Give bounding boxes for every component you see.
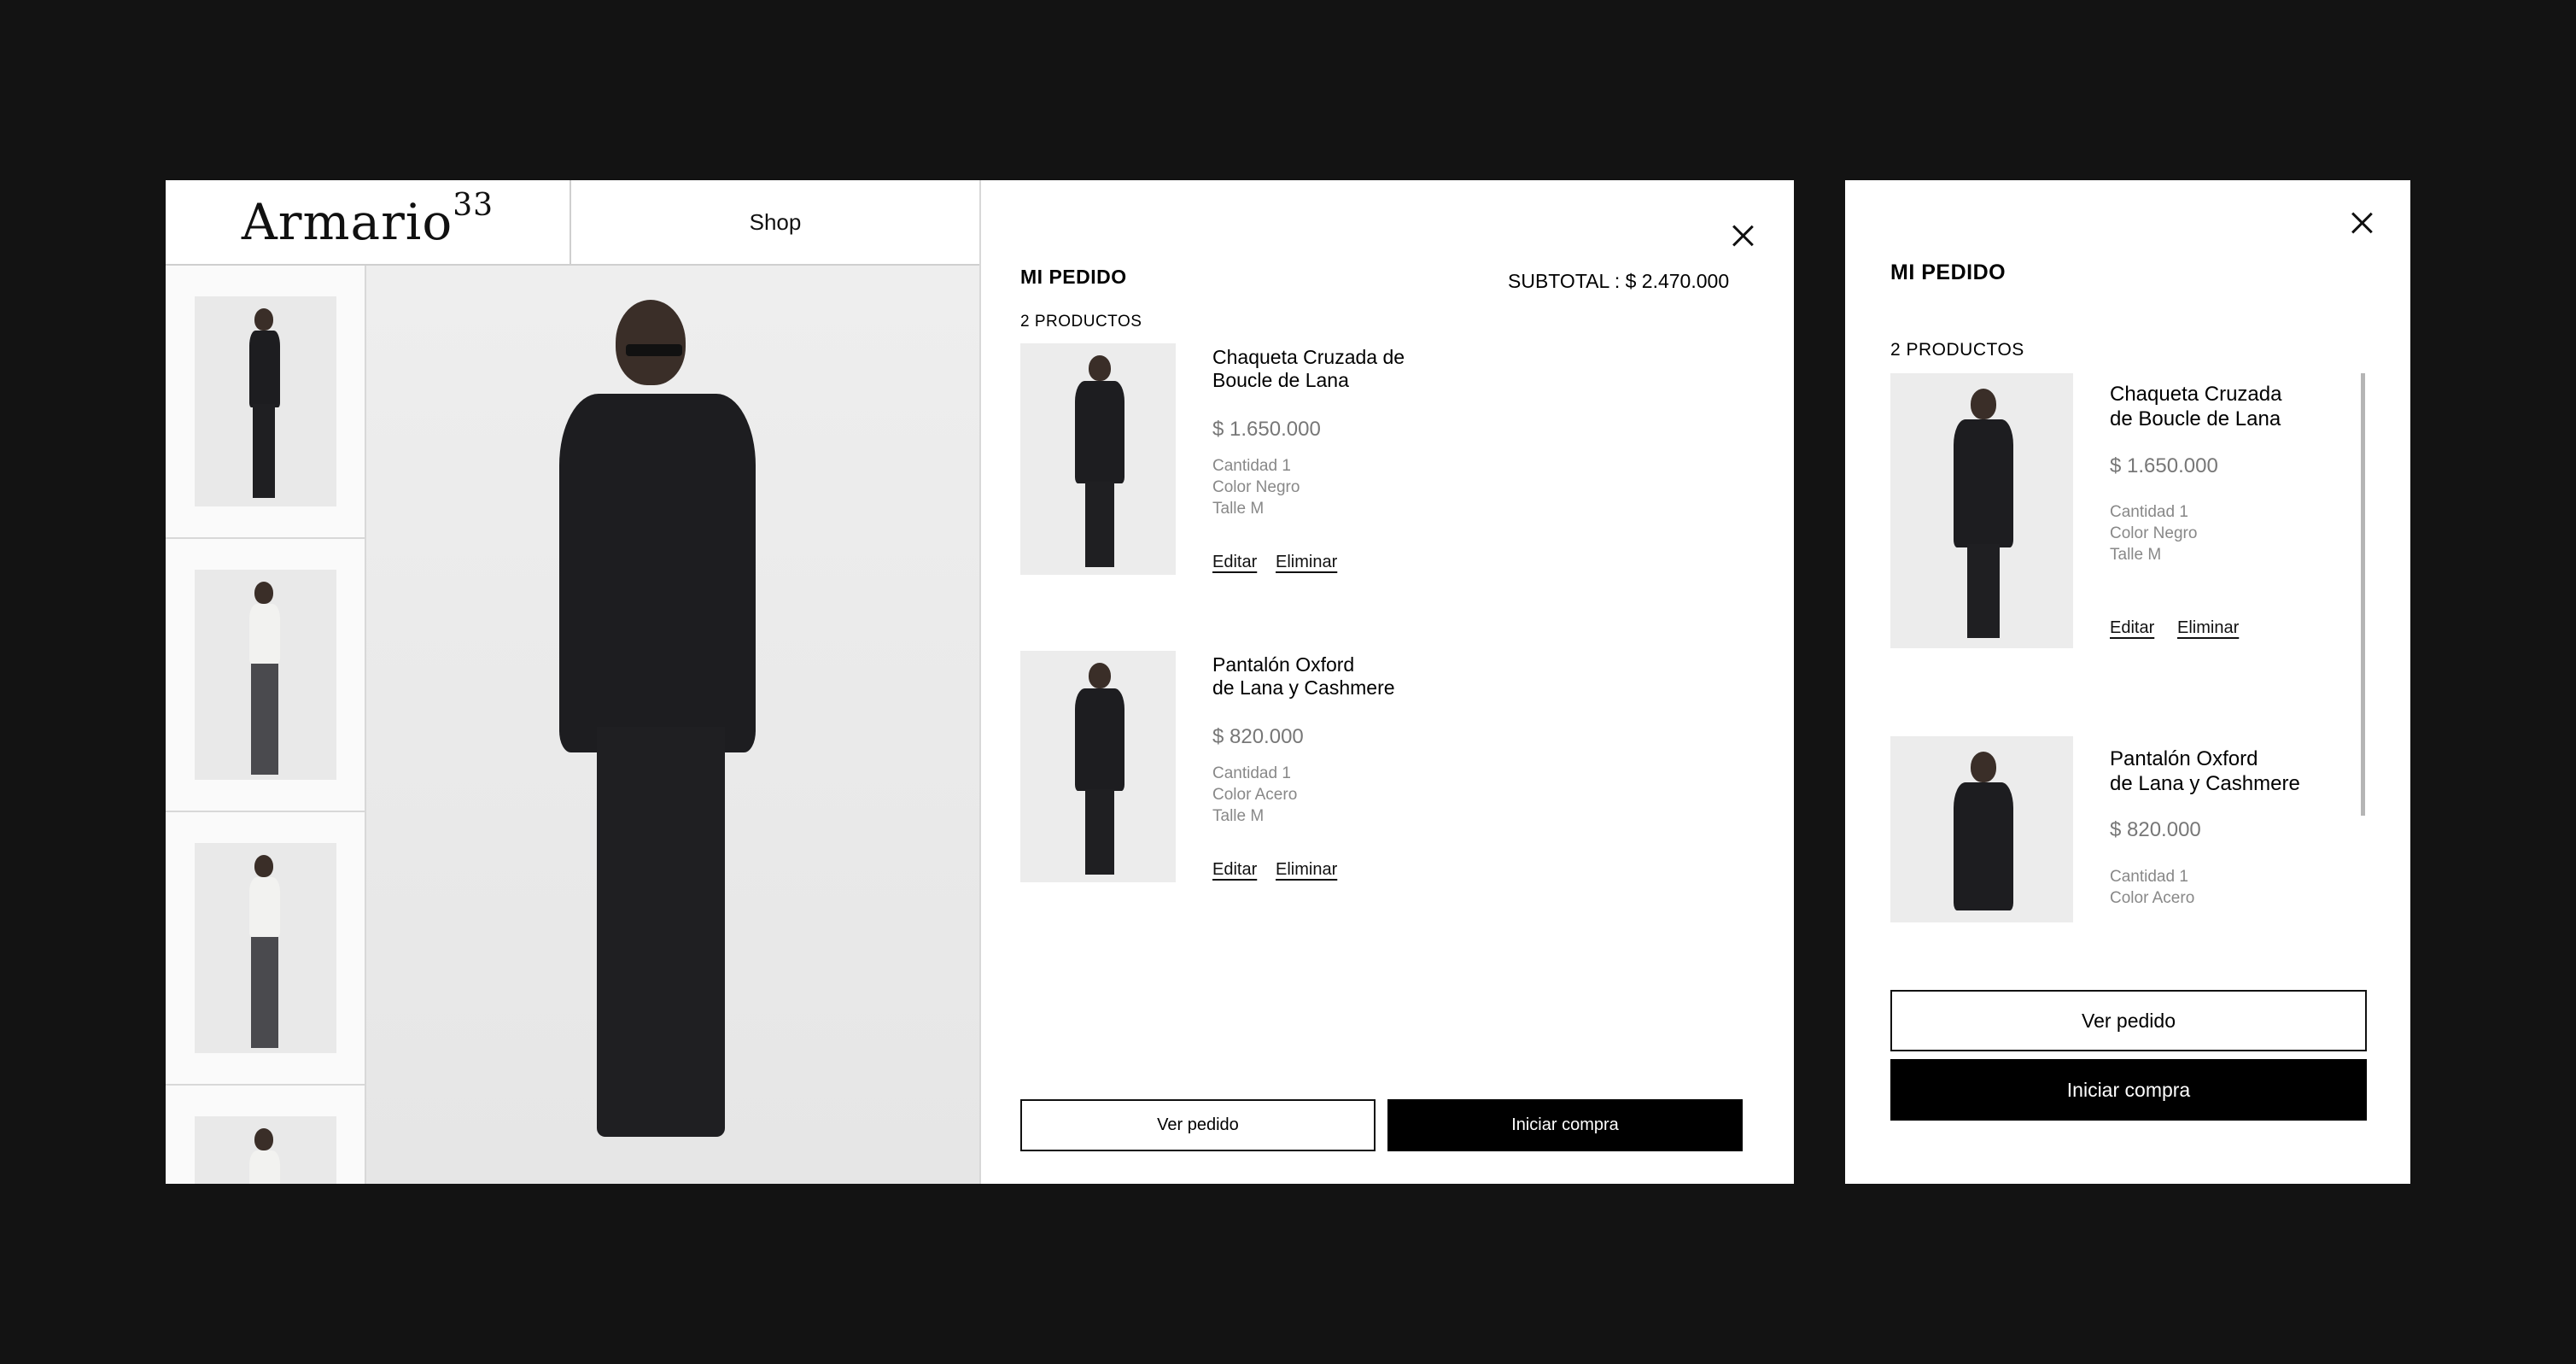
remove-link[interactable]: Eliminar	[1276, 553, 1337, 572]
edit-link[interactable]: Editar	[1212, 860, 1257, 880]
view-order-label: Ver pedido	[2082, 1009, 2176, 1032]
logo-cell[interactable]: Armario33	[166, 180, 571, 266]
product-name[interactable]: Pantalón Oxford de Lana y Cashmere	[1212, 653, 1395, 700]
brand-logo[interactable]: Armario33	[242, 188, 494, 251]
product-name[interactable]: Chaqueta Cruzada de Boucle de Lana	[1212, 346, 1405, 392]
product-details: Cantidad 1 Color Acero Talle M	[1212, 764, 1298, 825]
product-price: $ 820.000	[1212, 725, 1304, 748]
product-image[interactable]	[1890, 373, 2073, 648]
nav-shop-label: Shop	[749, 208, 802, 235]
close-icon[interactable]	[1731, 224, 1755, 248]
checkout-button[interactable]: Iniciar compra	[1890, 1059, 2367, 1121]
product-details: Cantidad 1 Color Acero	[2110, 868, 2195, 907]
product-price: $ 1.650.000	[1212, 418, 1321, 441]
mobile-view: MI PEDIDO 2 PRODUCTOS Chaqueta Cruzada de…	[1845, 180, 2410, 1184]
thumbnail-4[interactable]	[166, 1086, 365, 1184]
thumbnail-2[interactable]	[166, 539, 365, 812]
product-price: $ 1.650.000	[2110, 454, 2218, 477]
cart-title: MI PEDIDO	[1890, 261, 2006, 284]
remove-link[interactable]: Eliminar	[1276, 860, 1337, 880]
view-order-button[interactable]: Ver pedido	[1020, 1099, 1376, 1151]
cart-count: 2 PRODUCTOS	[1020, 313, 1142, 331]
cart-title: MI PEDIDO	[1020, 266, 1127, 288]
product-name[interactable]: Chaqueta Cruzada de Boucle de Lana	[2110, 382, 2281, 431]
product-image[interactable]	[1020, 343, 1176, 575]
thumbnail-image	[195, 1116, 336, 1184]
product-image[interactable]	[1890, 736, 2073, 922]
cart-count: 2 PRODUCTOS	[1890, 340, 2024, 360]
product-details: Cantidad 1 Color Negro Talle M	[2110, 503, 2198, 564]
divider	[979, 180, 981, 1184]
nav-shop-link[interactable]: Shop	[571, 180, 979, 266]
view-order-button[interactable]: Ver pedido	[1890, 990, 2367, 1051]
checkout-button[interactable]: Iniciar compra	[1387, 1099, 1743, 1151]
remove-link[interactable]: Eliminar	[2177, 618, 2239, 638]
product-hero-image	[366, 266, 979, 1184]
cart-subtotal: SUBTOTAL : $ 2.470.000	[1508, 270, 1730, 292]
close-icon[interactable]	[2350, 211, 2374, 235]
edit-link[interactable]: Editar	[2110, 618, 2154, 638]
thumbnail-image	[195, 843, 336, 1053]
product-price: $ 820.000	[2110, 818, 2201, 841]
thumbnail-image	[195, 570, 336, 780]
thumbnail-image	[195, 296, 336, 506]
thumbnail-gallery	[166, 266, 366, 1184]
thumbnail-3[interactable]	[166, 812, 365, 1086]
product-image[interactable]	[1020, 651, 1176, 882]
product-details: Cantidad 1 Color Negro Talle M	[1212, 457, 1300, 518]
edit-link[interactable]: Editar	[1212, 553, 1257, 572]
thumbnail-1[interactable]	[166, 266, 365, 539]
checkout-label: Iniciar compra	[2066, 1078, 2191, 1101]
view-order-label: Ver pedido	[1157, 1115, 1239, 1134]
checkout-label: Iniciar compra	[1511, 1115, 1619, 1134]
scrollbar[interactable]	[2361, 373, 2365, 816]
product-name[interactable]: Pantalón Oxford de Lana y Cashmere	[2110, 746, 2300, 796]
desktop-view: Armario33 Shop MI PEDIDO SUBTOTAL: $ 2.…	[166, 180, 1794, 1184]
